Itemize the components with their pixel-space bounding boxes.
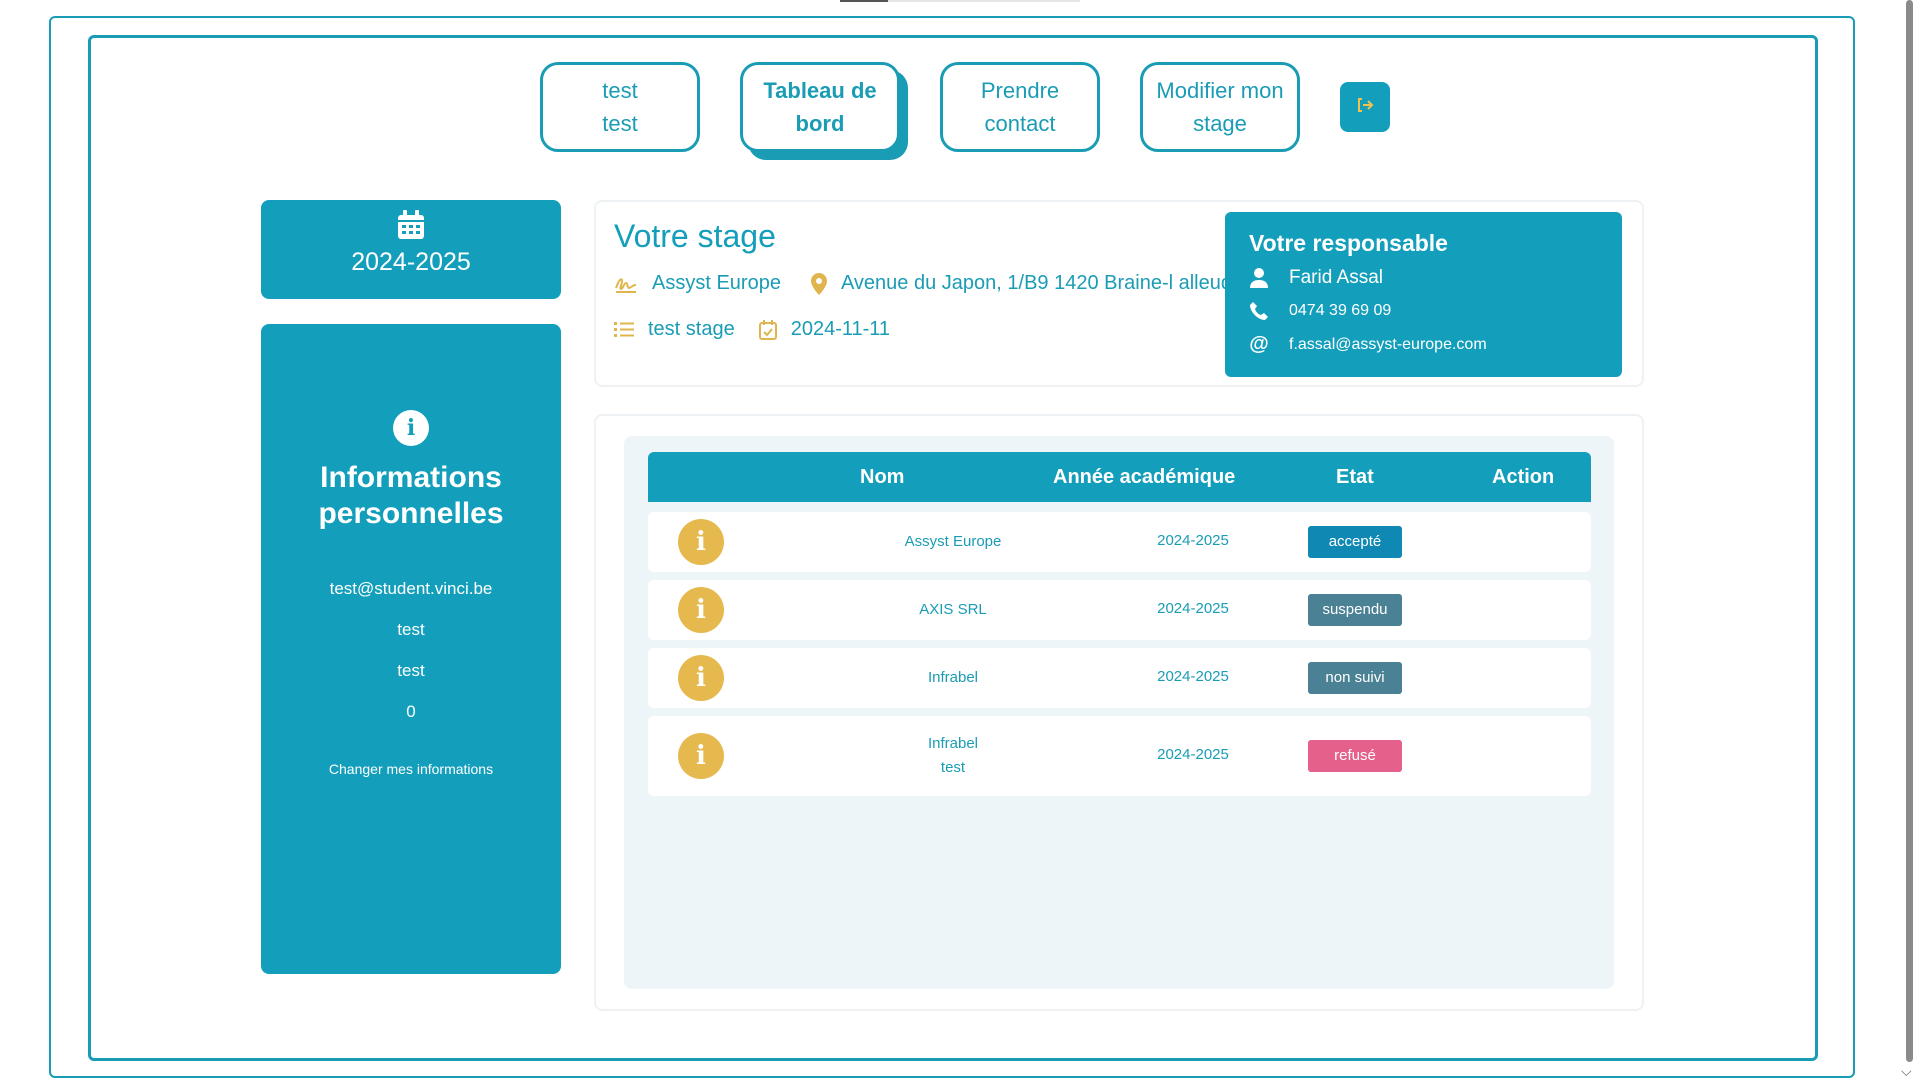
table-header: Nom Année académique Etat Action — [648, 452, 1591, 502]
nav-button-dashboard[interactable]: Tableau de bord — [740, 62, 900, 152]
user-email: test@student.vinci.be — [329, 579, 493, 598]
supervisor-phone-row: 0474 39 69 09 — [1249, 301, 1622, 321]
nav-label-line1: Prendre — [980, 78, 1060, 103]
info-icon[interactable]: i — [678, 733, 724, 779]
row-annee: 2024-2025 — [1157, 600, 1229, 617]
supervisor-card: Votre responsable Farid Assal 0474 39 69… — [1225, 212, 1622, 377]
contacts-table-card: Nom Année académique Etat Action i Assys… — [594, 414, 1644, 1011]
stage-subject: test stage — [648, 318, 735, 340]
calendar-icon — [261, 210, 561, 242]
status-badge: accepté — [1308, 526, 1402, 558]
row-nom: Infrabel — [848, 666, 1058, 690]
supervisor-email: f.assal@assyst-europe.com — [1289, 335, 1487, 353]
browser-top-sliver — [840, 0, 1080, 2]
nom-line1: Infrabel — [927, 669, 979, 686]
info-icon[interactable]: i — [678, 587, 724, 633]
contacts-table: Nom Année académique Etat Action i Assys… — [624, 436, 1614, 989]
scroll-down-icon[interactable]: ⌵ — [1901, 1063, 1912, 1080]
at-icon: @ — [1249, 333, 1269, 355]
stage-date: 2024-11-11 — [790, 318, 891, 340]
row-nom: Assyst Europe — [848, 530, 1058, 554]
supervisor-title: Votre responsable — [1249, 230, 1448, 256]
table-row: i Infrabel test 2024-2025 refusé — [648, 716, 1591, 796]
supervisor-name-row: Farid Assal — [1249, 267, 1622, 289]
user-icon — [1249, 268, 1269, 288]
user-firstname: test — [397, 620, 425, 639]
row-annee: 2024-2025 — [1157, 746, 1229, 763]
browser-tab-indicator — [840, 0, 888, 2]
info-icon[interactable]: i — [678, 655, 724, 701]
map-pin-icon — [810, 272, 827, 295]
user-phone: 0 — [406, 702, 416, 721]
logout-button[interactable] — [1340, 82, 1390, 132]
academic-year-card: 2024-2025 — [261, 200, 561, 299]
nav-button-contact[interactable]: Prendre contact — [940, 62, 1100, 152]
table-row: i Infrabel 2024-2025 non suivi — [648, 648, 1591, 708]
list-icon — [614, 321, 634, 339]
nom-line1: AXIS SRL — [919, 601, 987, 618]
stage-title: Votre stage — [614, 218, 776, 254]
nom-line1: Assyst Europe — [904, 533, 1002, 550]
top-navigation: test test Tableau de bord Prendre contact M… — [540, 62, 1390, 152]
supervisor-name: Farid Assal — [1289, 267, 1383, 288]
stage-company: Assyst Europe — [652, 272, 781, 294]
row-annee: 2024-2025 — [1157, 532, 1229, 549]
nav-label-line2: contact — [984, 111, 1056, 136]
nav-button-profile[interactable]: test test — [540, 62, 700, 152]
header-annee: Année académique — [1053, 466, 1236, 488]
supervisor-phone: 0474 39 69 09 — [1289, 302, 1392, 319]
status-badge: refusé — [1308, 740, 1402, 772]
nav-label-line1: Tableau de — [763, 78, 877, 103]
table-row: i Assyst Europe 2024-2025 accepté — [648, 512, 1591, 572]
signature-icon — [614, 274, 638, 294]
stage-company-row: Assyst Europe Avenue du Japon, 1/B9 1420… — [614, 272, 1232, 295]
info-icon: i — [393, 410, 429, 446]
nav-button-edit-stage[interactable]: Modifier mon stage — [1140, 62, 1300, 152]
stage-address: Avenue du Japon, 1/B9 1420 Braine-l alle… — [840, 272, 1232, 294]
scrollbar-thumb[interactable] — [1906, 0, 1913, 1062]
row-nom: AXIS SRL — [848, 598, 1058, 622]
nav-label-line2: bord — [795, 111, 845, 136]
personal-info-card: i Informations personnelles test@student.… — [261, 324, 561, 974]
calendar-check-icon — [758, 319, 777, 340]
nav-label-line1: Modifier mon — [1156, 78, 1284, 103]
header-nom: Nom — [860, 466, 905, 488]
phone-icon — [1249, 301, 1269, 321]
supervisor-email-row: @ f.assal@assyst-europe.com — [1249, 333, 1622, 356]
academic-year: 2024-2025 — [351, 248, 471, 276]
stage-subject-row: test stage 2024-11-11 — [614, 318, 890, 341]
header-action: Action — [1492, 466, 1555, 488]
info-icon[interactable]: i — [678, 519, 724, 565]
nom-line2: test — [940, 759, 966, 776]
change-info-link[interactable]: Changer mes informations — [261, 761, 561, 777]
personal-info-title: Informations personnelles — [261, 460, 561, 532]
nav-label-line2: test — [602, 111, 638, 136]
row-annee: 2024-2025 — [1157, 668, 1229, 685]
nom-line1: Infrabel — [927, 735, 979, 752]
title-line1: Informations — [320, 461, 502, 494]
row-nom: Infrabel test — [848, 732, 1058, 780]
sign-out-icon — [1356, 97, 1374, 118]
table-row: i AXIS SRL 2024-2025 suspendu — [648, 580, 1591, 640]
status-badge: suspendu — [1308, 594, 1402, 626]
header-etat: Etat — [1336, 466, 1374, 488]
user-lastname: test — [397, 661, 425, 680]
nav-label-line2: stage — [1193, 111, 1247, 136]
title-line2: personnelles — [318, 497, 504, 530]
nav-label-line1: test — [602, 78, 638, 103]
status-badge: non suivi — [1308, 662, 1402, 694]
page-scrollbar[interactable]: ⌵ — [1898, 0, 1920, 1080]
